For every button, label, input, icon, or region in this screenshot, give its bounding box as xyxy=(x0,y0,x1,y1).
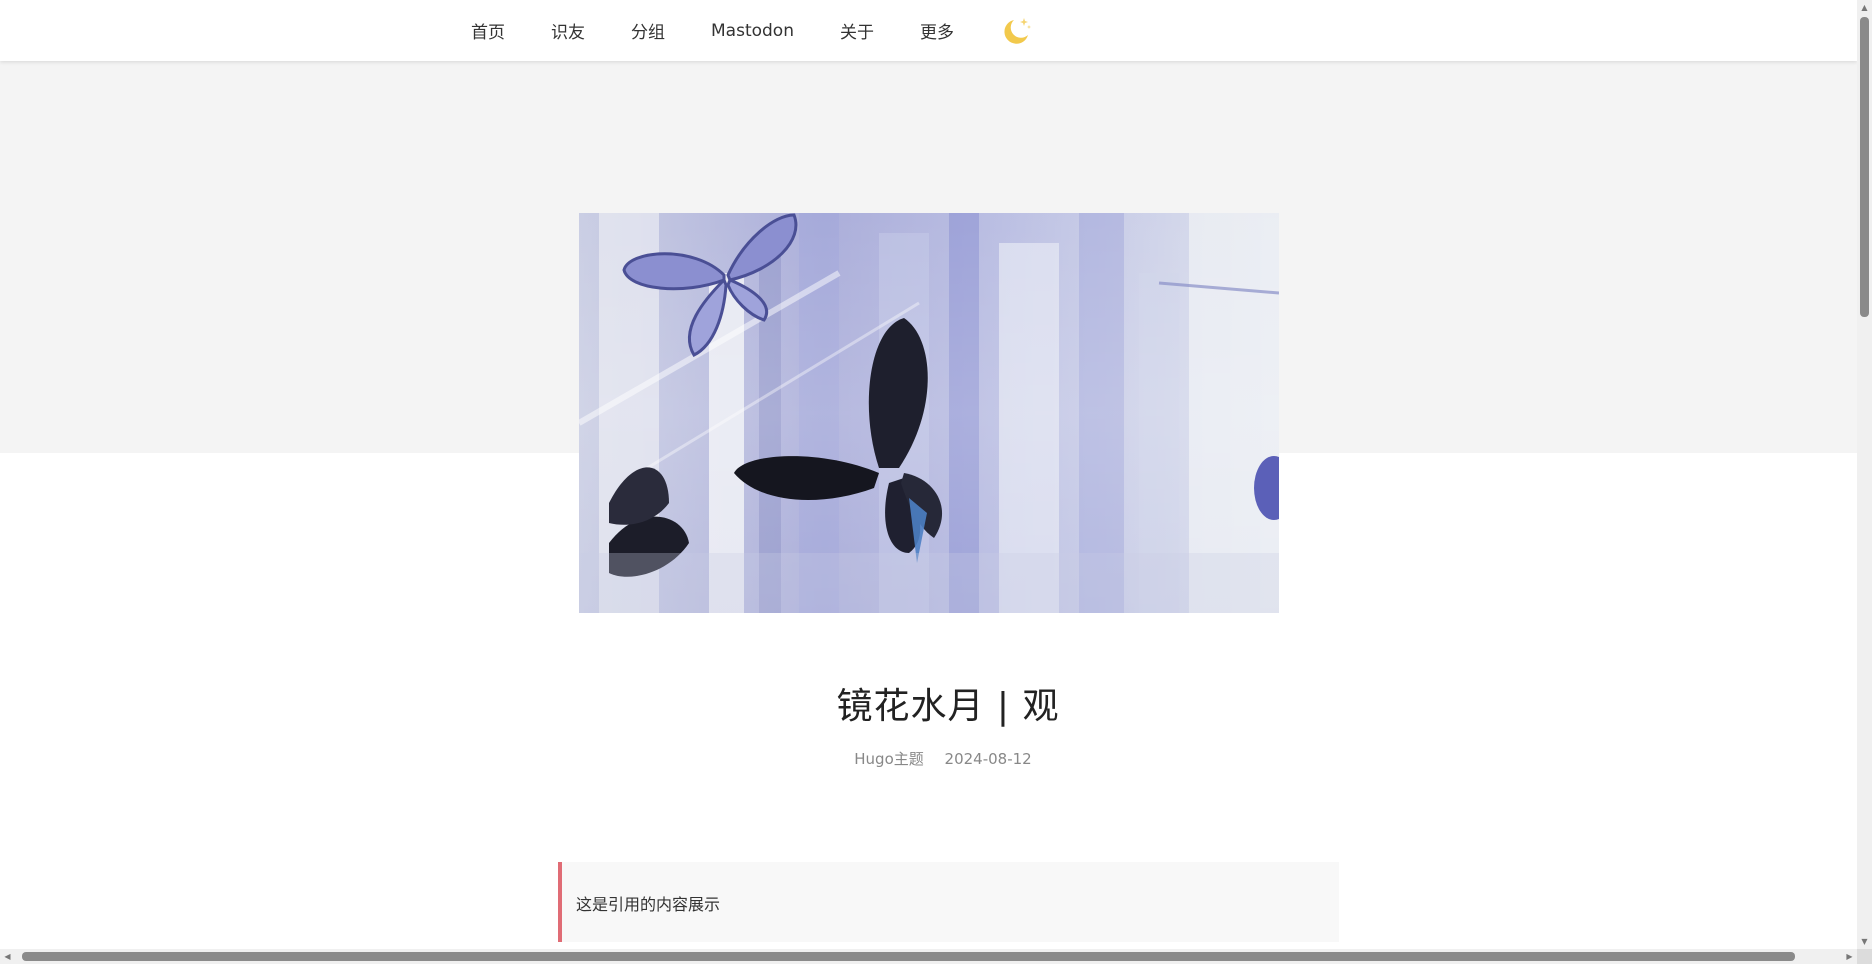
moon-icon[interactable] xyxy=(1000,15,1032,47)
scroll-down-arrow-icon[interactable]: ▼ xyxy=(1857,934,1872,949)
blockquote: 这是引用的内容展示 xyxy=(558,862,1339,942)
nav-item-friends[interactable]: 识友 xyxy=(551,18,585,43)
post-category[interactable]: Hugo主题 xyxy=(854,750,924,768)
page-viewport: 首页 识友 分组 Mastodon 关于 更多 镜花水月 | 观 Hugo主题 … xyxy=(0,0,1857,949)
post-meta: Hugo主题 2024-08-12 xyxy=(0,748,1857,769)
scrollbar-corner xyxy=(1857,949,1872,964)
nav-item-groups[interactable]: 分组 xyxy=(631,18,665,43)
cover-image xyxy=(579,213,1279,613)
nav-item-about[interactable]: 关于 xyxy=(840,18,874,43)
horizontal-scroll-thumb[interactable] xyxy=(22,952,1795,961)
vertical-scroll-thumb[interactable] xyxy=(1860,17,1869,317)
nav-menu: 首页 识友 分组 Mastodon 关于 更多 xyxy=(471,0,1032,61)
blockquote-text: 这是引用的内容展示 xyxy=(576,895,721,914)
post-date: 2024-08-12 xyxy=(944,750,1032,768)
scroll-left-arrow-icon[interactable]: ◀ xyxy=(0,949,15,964)
butterfly-painting-image xyxy=(579,213,1279,613)
horizontal-scrollbar[interactable]: ◀ ▶ xyxy=(0,949,1857,964)
scroll-up-arrow-icon[interactable]: ▲ xyxy=(1857,0,1872,15)
scroll-right-arrow-icon[interactable]: ▶ xyxy=(1842,949,1857,964)
post-title: 镜花水月 | 观 xyxy=(836,686,1060,727)
nav-item-mastodon[interactable]: Mastodon xyxy=(711,21,794,41)
top-navbar: 首页 识友 分组 Mastodon 关于 更多 xyxy=(0,0,1857,61)
nav-item-home[interactable]: 首页 xyxy=(471,18,505,43)
nav-item-more[interactable]: 更多 xyxy=(920,18,954,43)
vertical-scrollbar[interactable]: ▲ ▼ xyxy=(1857,0,1872,949)
